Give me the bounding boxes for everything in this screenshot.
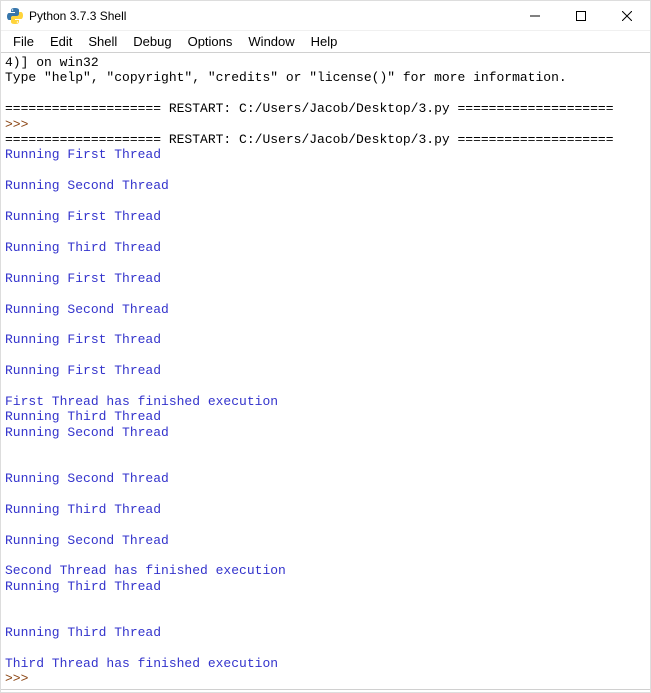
console-line [5,286,646,301]
console-line [5,610,646,625]
console-line: >>> [5,117,646,132]
menu-debug[interactable]: Debug [125,33,179,50]
console-line: Second Thread has finished execution [5,563,646,578]
console-line: Running Second Thread [5,425,646,440]
maximize-button[interactable] [558,1,604,30]
console-line: Running First Thread [5,363,646,378]
console-line: Running Second Thread [5,471,646,486]
console-line [5,194,646,209]
python-icon [7,8,23,24]
console-line: Running Third Thread [5,502,646,517]
console-line [5,640,646,655]
console-line: Running Third Thread [5,409,646,424]
console-line: ==================== RESTART: C:/Users/J… [5,101,646,116]
console-line: Running First Thread [5,147,646,162]
console-line: ==================== RESTART: C:/Users/J… [5,132,646,147]
console-line: Third Thread has finished execution [5,656,646,671]
console-line: >>> [5,671,646,686]
titlebar: Python 3.7.3 Shell [1,1,650,31]
console-line [5,224,646,239]
console-line: 4)] on win32 [5,55,646,70]
console-line: Running Second Thread [5,302,646,317]
console-line: Running First Thread [5,271,646,286]
minimize-button[interactable] [512,1,558,30]
console-line: Type "help", "copyright", "credits" or "… [5,70,646,85]
console-line: Running Third Thread [5,625,646,640]
console-line: First Thread has finished execution [5,394,646,409]
console-line [5,456,646,471]
shell-output[interactable]: 4)] on win32Type "help", "copyright", "c… [1,53,650,690]
console-line: Running Third Thread [5,579,646,594]
window-controls [512,1,650,30]
console-line [5,379,646,394]
console-line [5,163,646,178]
window-title: Python 3.7.3 Shell [29,9,512,23]
console-line [5,517,646,532]
console-line: Running First Thread [5,332,646,347]
console-line [5,486,646,501]
console-line [5,86,646,101]
menu-file[interactable]: File [5,33,42,50]
console-line [5,548,646,563]
console-line: Running First Thread [5,209,646,224]
menu-help[interactable]: Help [303,33,346,50]
menu-options[interactable]: Options [180,33,241,50]
console-line: Running Second Thread [5,533,646,548]
console-line [5,594,646,609]
console-line [5,317,646,332]
console-line [5,440,646,455]
menu-edit[interactable]: Edit [42,33,80,50]
console-line [5,348,646,363]
console-line [5,255,646,270]
menu-shell[interactable]: Shell [80,33,125,50]
console-line: Running Third Thread [5,240,646,255]
menubar: File Edit Shell Debug Options Window Hel… [1,31,650,53]
console-line: Running Second Thread [5,178,646,193]
menu-window[interactable]: Window [240,33,302,50]
close-button[interactable] [604,1,650,30]
